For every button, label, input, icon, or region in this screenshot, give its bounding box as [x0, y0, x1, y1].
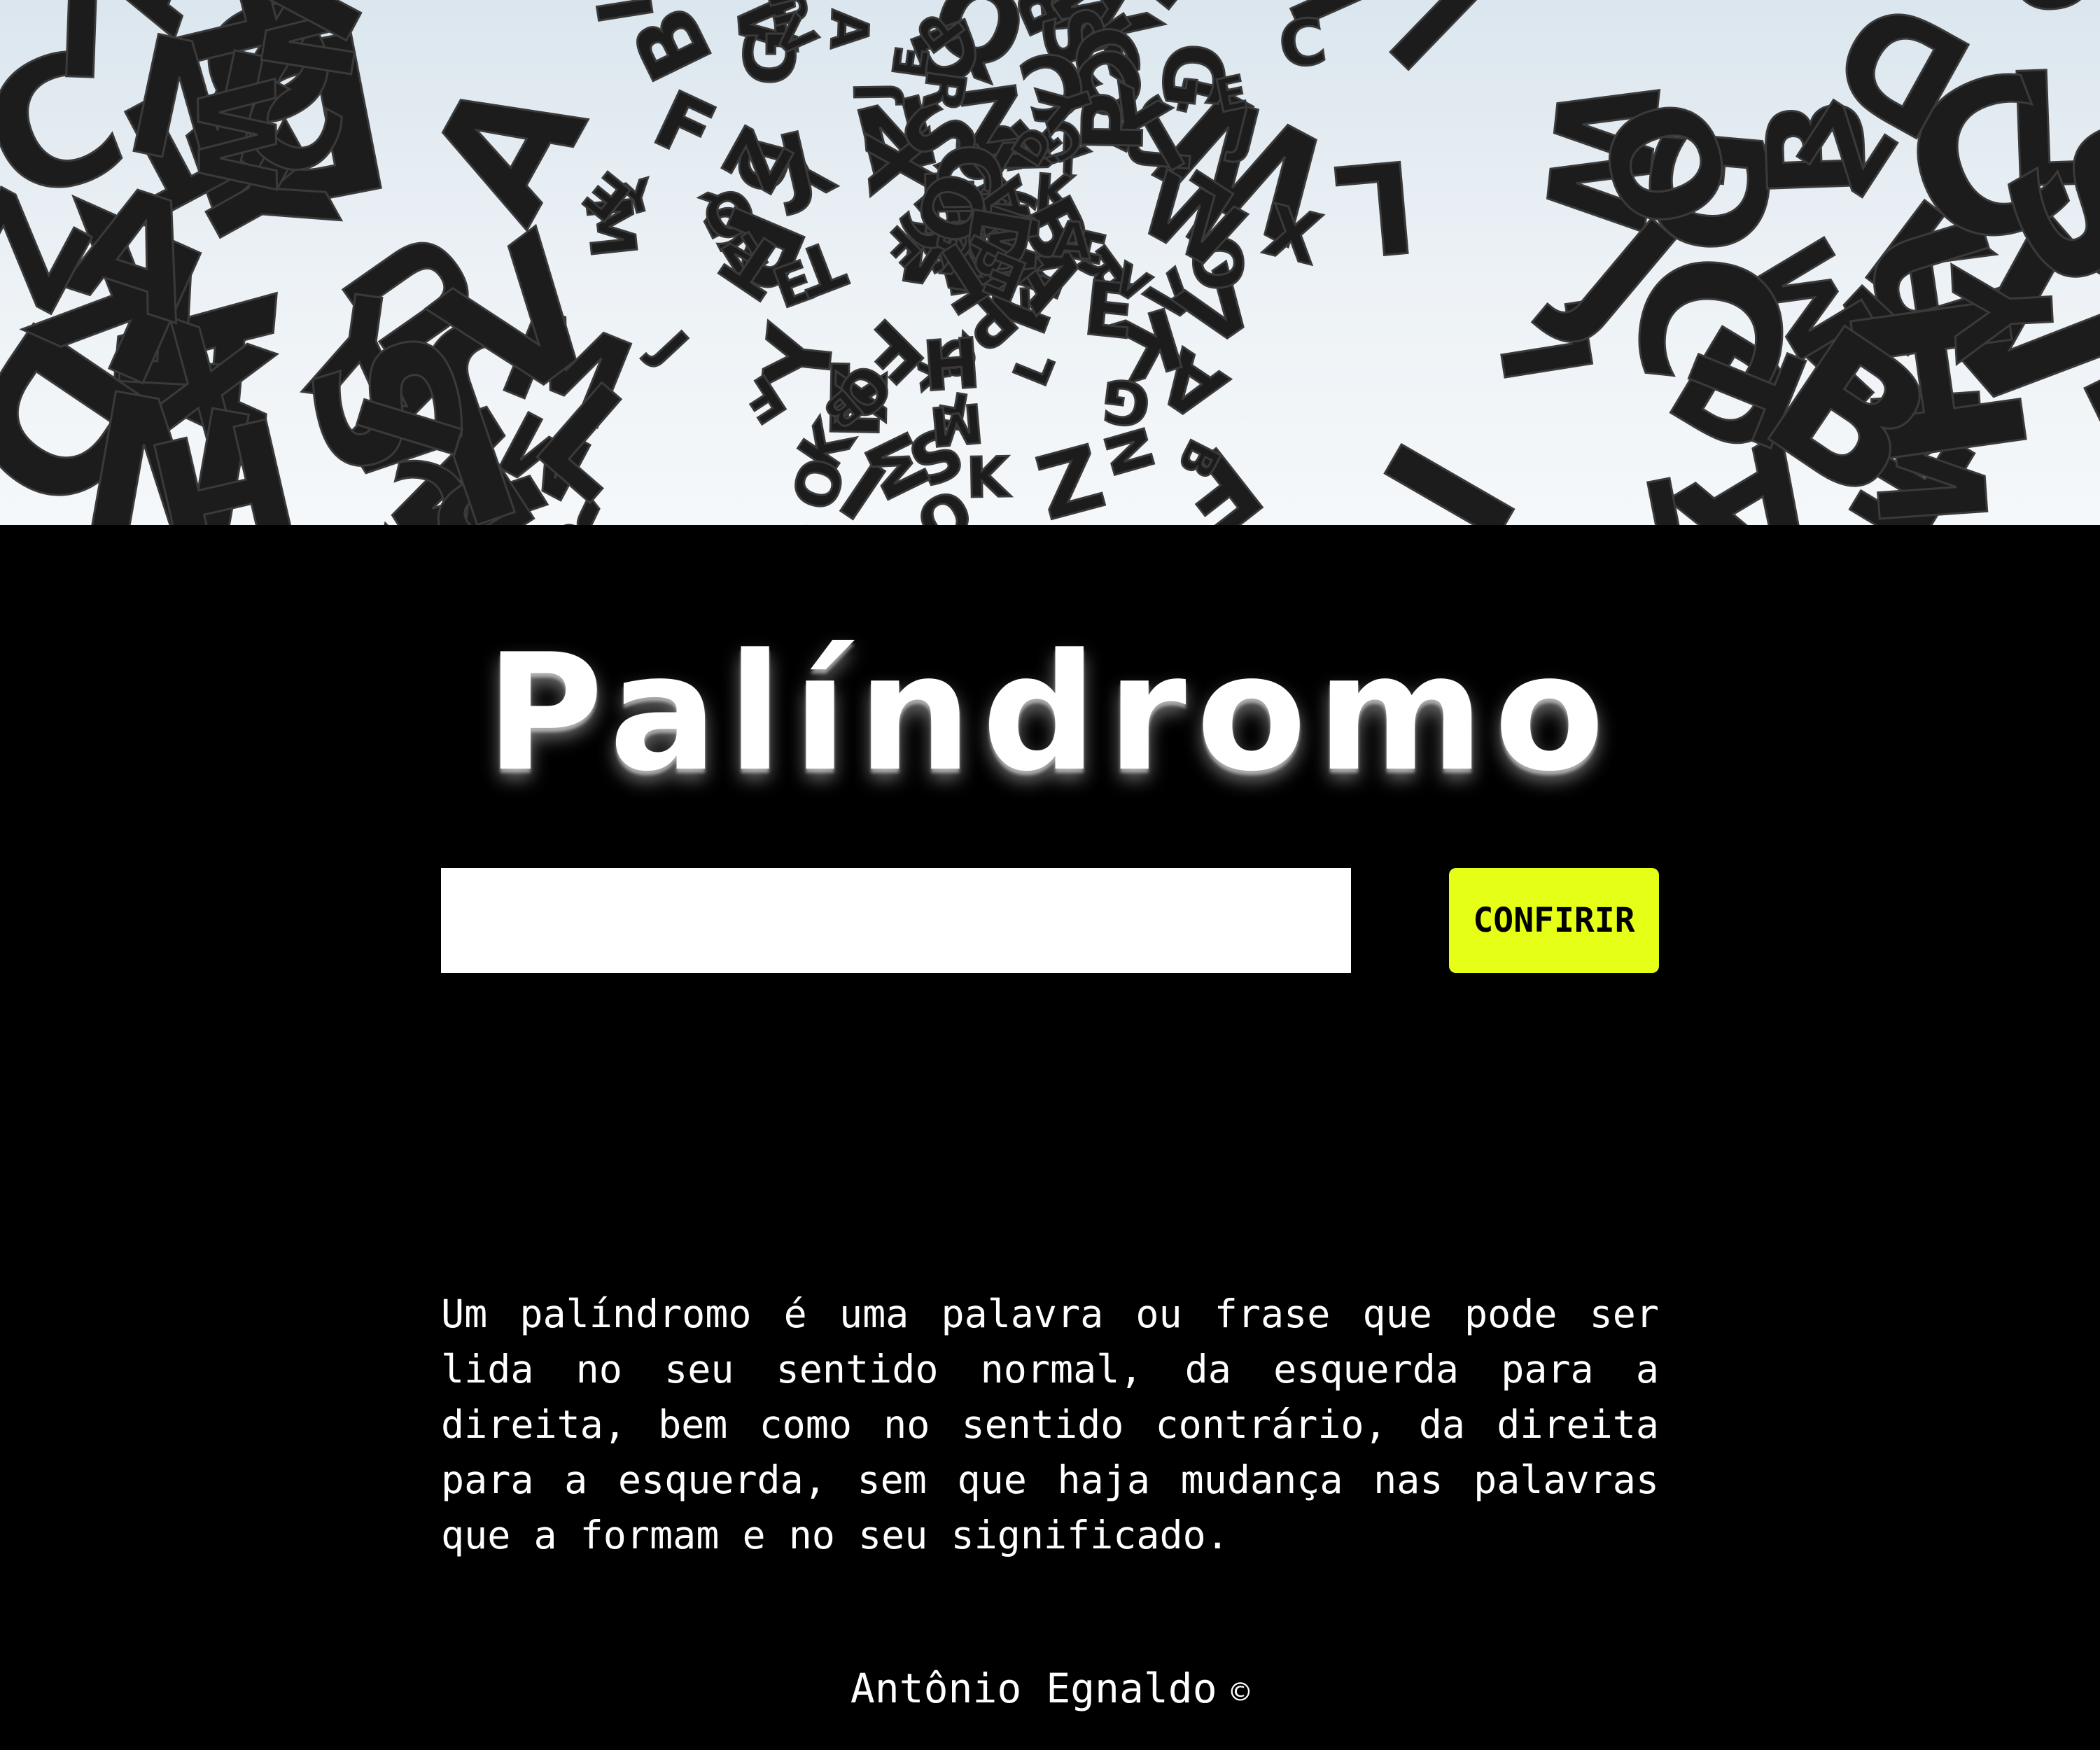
- svg-text:T: T: [29, 0, 133, 113]
- svg-text:I: I: [1364, 0, 1508, 97]
- svg-text:W: W: [172, 76, 298, 195]
- letter-sculpture-photo: LKMMDOLUGKLQLGWQFYCMAWCDBDKTSWAXRZUVQLME…: [0, 0, 2100, 525]
- description-text: Um palíndromo é uma palavra ou frase que…: [441, 1292, 1659, 1558]
- svg-text:M: M: [927, 391, 986, 458]
- hero-banner-image: LKMMDOLUGKLQLGWQFYCMAWCDBDKTSWAXRZUVQLME…: [0, 0, 2100, 525]
- svg-text:O: O: [1986, 0, 2100, 22]
- svg-text:L: L: [1004, 345, 1066, 394]
- svg-text:I: I: [1346, 412, 1559, 525]
- svg-text:G: G: [1098, 365, 1154, 440]
- author-name: Antônio Egnaldo: [850, 1665, 1217, 1712]
- svg-text:A: A: [818, 8, 879, 50]
- palindrome-input[interactable]: [441, 868, 1351, 973]
- svg-text:A: A: [1051, 210, 1094, 271]
- confirm-button[interactable]: CONFIRIR: [1449, 868, 1659, 973]
- page-title: Palíndromo: [485, 620, 1615, 807]
- copyright-icon: ©: [1231, 1674, 1250, 1710]
- footer: Antônio Egnaldo ©: [0, 1660, 2100, 1721]
